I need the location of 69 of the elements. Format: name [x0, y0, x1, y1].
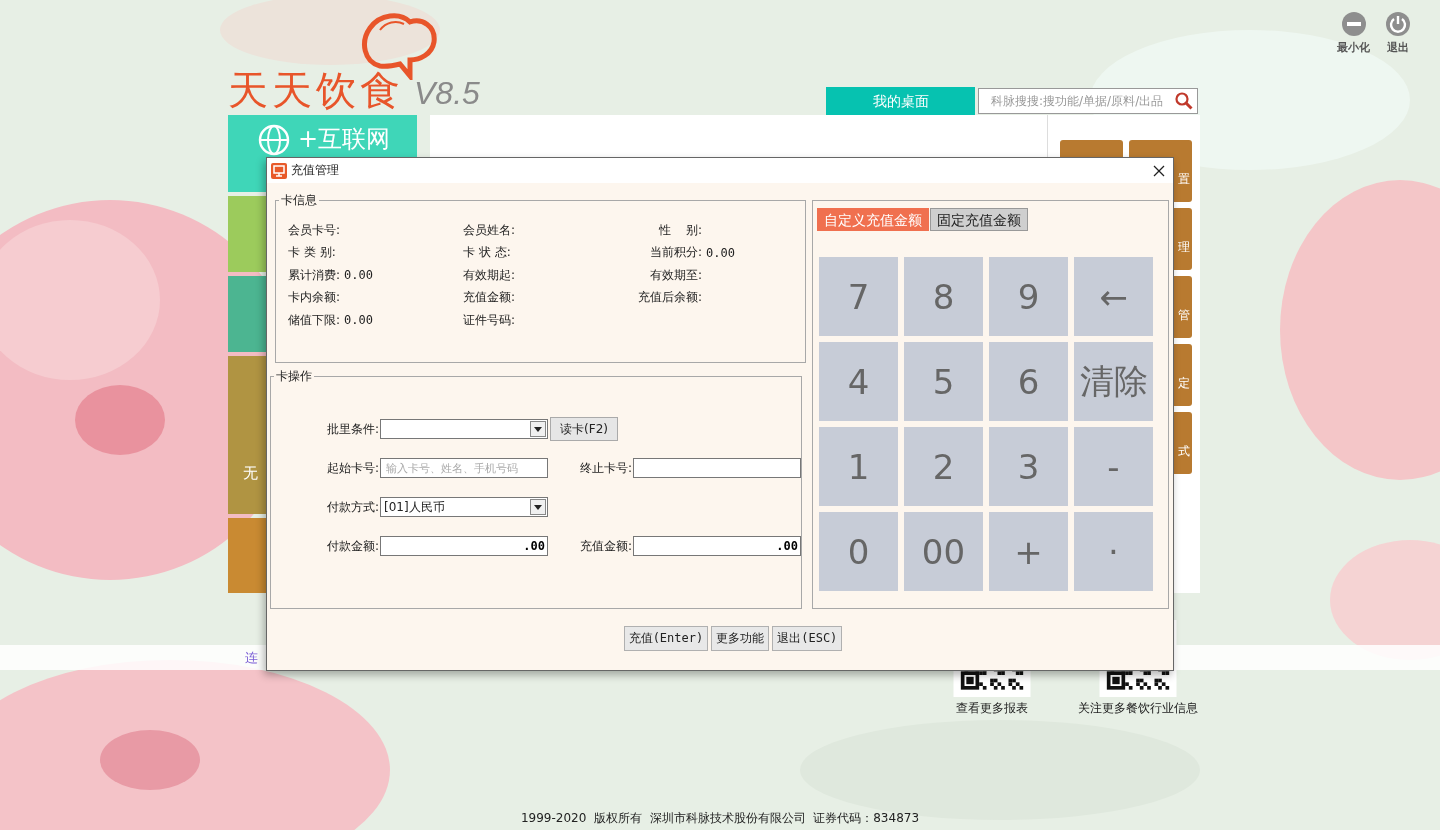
- globe-icon: [258, 124, 290, 156]
- field-label: 当前积分:: [648, 244, 702, 262]
- keypad-key[interactable]: 00: [904, 512, 983, 591]
- dropdown[interactable]: [380, 419, 548, 439]
- qr-caption: 关注更多餐饮行业信息: [1078, 700, 1198, 717]
- keypad-key[interactable]: ·: [1074, 512, 1153, 591]
- field-label: 卡内余额:: [288, 289, 341, 307]
- field-label: 卡 状 态:: [463, 244, 511, 262]
- keypad-key[interactable]: 4: [819, 342, 898, 421]
- search-field[interactable]: 科脉搜搜:搜功能/单据/原料/出品: [978, 88, 1198, 114]
- text-field[interactable]: 输入卡号、姓名、手机号码: [380, 458, 548, 478]
- field-label: 充值金额:: [463, 289, 516, 307]
- field-label: 证件号码:: [463, 311, 516, 329]
- field-label: 充值金额:: [578, 537, 632, 555]
- field-label: 终止卡号:: [578, 459, 632, 477]
- field-label: 卡 类 别:: [288, 244, 336, 262]
- field-label: 会员卡号:: [288, 221, 341, 239]
- field-label: 会员姓名:: [463, 221, 516, 239]
- chain-link[interactable]: 连: [245, 648, 258, 667]
- field-label: 储值下限:: [288, 311, 341, 329]
- desktop-tab[interactable]: 我的桌面: [826, 87, 975, 115]
- keypad-key[interactable]: 3: [989, 427, 1068, 506]
- field-label: 批里条件:: [325, 420, 379, 438]
- field-label: 累计消费:: [288, 266, 341, 284]
- minimize-button[interactable]: 最小化: [1337, 12, 1370, 55]
- field-label: 性 别:: [657, 221, 702, 239]
- field-value: 0.00: [344, 268, 373, 283]
- dropdown[interactable]: [01]人民币: [380, 497, 548, 517]
- search-icon[interactable]: [1175, 92, 1193, 110]
- read-card-button[interactable]: 读卡(F2): [550, 417, 618, 441]
- field-value: 0.00: [706, 245, 735, 260]
- amount-tab[interactable]: 固定充值金额: [930, 208, 1028, 231]
- version-text: V8.5: [414, 75, 480, 112]
- monitor-icon: [271, 162, 287, 179]
- tile-label: +互联网: [298, 124, 391, 154]
- keypad-key[interactable]: 7: [819, 257, 898, 336]
- copyright-text: 1999-2020 版权所有 深圳市科脉技术股份有限公司 证券代码：834873: [519, 810, 921, 827]
- keypad-key[interactable]: 6: [989, 342, 1068, 421]
- group-title: 卡信息: [279, 193, 319, 207]
- keypad-key[interactable]: -: [1074, 427, 1153, 506]
- tile-label: 无: [243, 464, 258, 483]
- keypad-key[interactable]: 8: [904, 257, 983, 336]
- field-label: 有效期至:: [648, 266, 702, 284]
- field-value: 0.00: [344, 313, 373, 328]
- close-icon[interactable]: [1153, 164, 1165, 177]
- field-label: 充值后余额:: [636, 289, 702, 307]
- keypad-key[interactable]: 2: [904, 427, 983, 506]
- text-field[interactable]: .00: [633, 536, 801, 556]
- amount-tab[interactable]: 自定义充值金额: [817, 208, 929, 231]
- keypad-key[interactable]: 9: [989, 257, 1068, 336]
- dialog-button[interactable]: 退出(ESC): [772, 626, 843, 651]
- field-label: 付款金额:: [325, 537, 379, 555]
- dialog-button[interactable]: 更多功能: [711, 626, 770, 651]
- dialog-title: 充值管理: [291, 162, 339, 179]
- keypad-key[interactable]: ←: [1074, 257, 1153, 336]
- keypad-key[interactable]: 清除: [1074, 342, 1153, 421]
- qr-caption: 查看更多报表: [956, 700, 1028, 717]
- keypad-key[interactable]: 0: [819, 512, 898, 591]
- field-label: 付款方式:: [325, 498, 379, 516]
- dialog-button[interactable]: 充值(Enter): [623, 626, 709, 651]
- field-label: 有效期起:: [463, 266, 516, 284]
- field-label: 起始卡号:: [325, 459, 379, 477]
- text-field[interactable]: .00: [380, 536, 548, 556]
- keypad-key[interactable]: +: [989, 512, 1068, 591]
- group-title: 卡操作: [274, 369, 314, 383]
- keypad-key[interactable]: 1: [819, 427, 898, 506]
- logo-text: 天天饮食: [228, 68, 404, 112]
- keypad-key[interactable]: 5: [904, 342, 983, 421]
- text-field[interactable]: [633, 458, 801, 478]
